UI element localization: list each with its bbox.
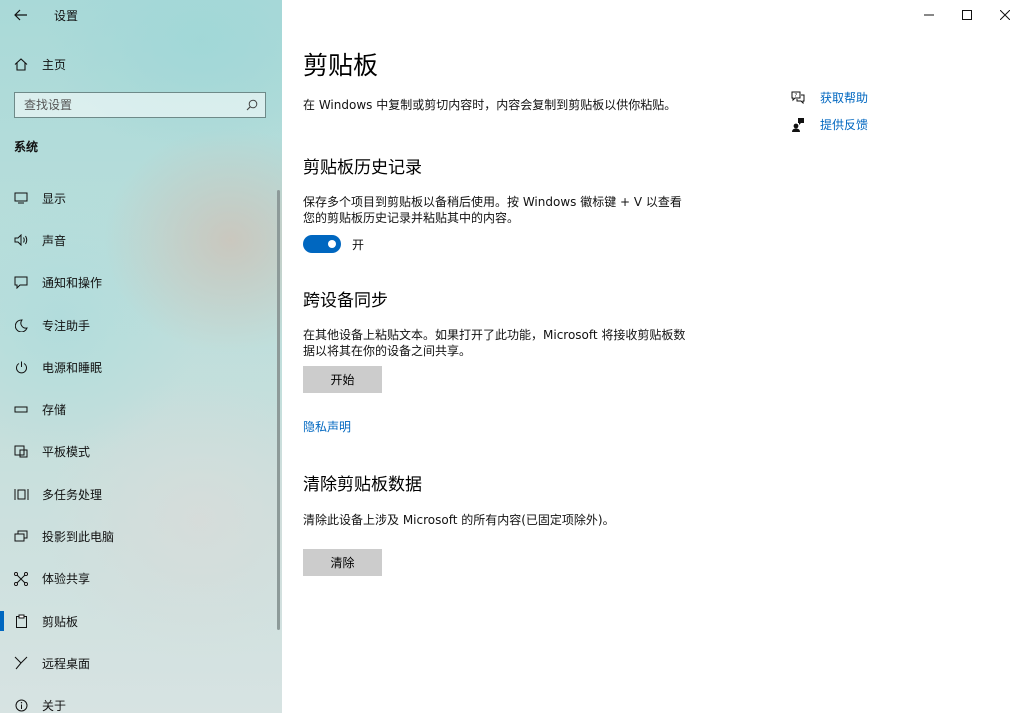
sidebar-item-label: 通知和操作: [42, 276, 103, 291]
close-icon: [1000, 10, 1010, 20]
sidebar-item-power-sleep[interactable]: 电源和睡眠: [0, 346, 282, 388]
maximize-icon: [962, 10, 972, 20]
sidebar-item-label: 远程桌面: [42, 656, 91, 671]
sidebar-item-label: 关于: [42, 699, 67, 713]
home-icon: [0, 57, 42, 71]
search-icon[interactable]: [239, 99, 265, 111]
get-help-label: 获取帮助: [820, 90, 869, 105]
sidebar-item-label: 存储: [42, 403, 67, 418]
clear-heading: 清除剪贴板数据: [303, 475, 422, 495]
clear-desc: 清除此设备上涉及 Microsoft 的所有内容(已固定项除外)。: [303, 513, 615, 527]
clear-button[interactable]: 清除: [303, 549, 382, 576]
get-help-link[interactable]: ? 获取帮助: [789, 88, 868, 106]
search-input[interactable]: [15, 97, 239, 113]
minimize-icon: [924, 14, 934, 16]
give-feedback-label: 提供反馈: [820, 117, 869, 132]
sync-heading: 跨设备同步: [303, 291, 388, 311]
intro-text: 在 Windows 中复制或剪切内容时，内容会复制到剪贴板以供你粘贴。: [303, 98, 677, 112]
sidebar-item-label: 平板模式: [42, 445, 91, 460]
sidebar-item-focus-assist[interactable]: 专注助手: [0, 304, 282, 346]
sidebar-item-label: 多任务处理: [42, 487, 103, 502]
moon-icon: [0, 319, 42, 332]
main-content: 剪贴板 在 Windows 中复制或剪切内容时，内容会复制到剪贴板以供你粘贴。 …: [282, 0, 1024, 713]
display-icon: [0, 192, 42, 204]
sidebar-item-about[interactable]: 关于: [0, 685, 282, 713]
sidebar-item-storage[interactable]: 存储: [0, 388, 282, 430]
project-icon: [0, 530, 42, 543]
power-icon: [0, 361, 42, 374]
sidebar-item-sound[interactable]: 声音: [0, 219, 282, 261]
sidebar-item-display[interactable]: 显示: [0, 177, 282, 219]
sidebar-item-clipboard[interactable]: 剪贴板: [0, 600, 282, 642]
sidebar-item-tablet-mode[interactable]: 平板模式: [0, 431, 282, 473]
page-title: 剪贴板: [303, 51, 379, 80]
sidebar-item-label: 声音: [42, 233, 67, 248]
history-heading: 剪贴板历史记录: [303, 158, 422, 178]
feedback-icon: [789, 117, 807, 132]
sync-desc-line1: 在其他设备上粘贴文本。如果打开了此功能，Microsoft 将接收剪贴板数: [303, 328, 686, 342]
sidebar-item-notifications[interactable]: 通知和操作: [0, 262, 282, 304]
tablet-icon: [0, 445, 42, 458]
title-bar: 设置: [0, 0, 282, 30]
sidebar-item-multitasking[interactable]: 多任务处理: [0, 473, 282, 515]
clipboard-icon: [0, 614, 42, 629]
sidebar-nav: 显示 声音 通知和操作 专注助手 电源和睡眠 存储 平板模式 多任务处理 投影到…: [0, 177, 282, 713]
history-toggle[interactable]: [303, 235, 341, 253]
sidebar-scrollbar[interactable]: [277, 190, 280, 630]
info-icon: [0, 699, 42, 712]
notification-icon: [0, 276, 42, 290]
remote-desktop-icon: [0, 656, 42, 670]
multitask-icon: [0, 488, 42, 501]
privacy-link[interactable]: 隐私声明: [303, 418, 351, 435]
sidebar-item-label: 电源和睡眠: [42, 360, 103, 375]
history-toggle-row: 开: [303, 235, 364, 253]
give-feedback-link[interactable]: 提供反馈: [789, 115, 868, 133]
sidebar-item-label: 主页: [42, 57, 67, 72]
sound-icon: [0, 234, 42, 247]
window-controls: [910, 0, 1024, 30]
help-links: ? 获取帮助 提供反馈: [789, 88, 868, 142]
sidebar-item-label: 剪贴板: [42, 614, 79, 629]
sidebar-item-label: 显示: [42, 191, 67, 206]
sidebar-item-remote-desktop[interactable]: 远程桌面: [0, 642, 282, 684]
chat-help-icon: ?: [789, 90, 807, 104]
minimize-button[interactable]: [910, 0, 948, 30]
app-title: 设置: [54, 8, 79, 23]
sidebar: 设置 主页 系统: [0, 0, 282, 713]
search-box[interactable]: [14, 92, 266, 118]
maximize-button[interactable]: [948, 0, 986, 30]
sidebar-item-project[interactable]: 投影到此电脑: [0, 515, 282, 557]
section-title: 系统: [14, 140, 39, 154]
share-icon: [0, 571, 42, 586]
history-desc-line2: 您的剪贴板历史记录并粘贴其中的内容。: [303, 211, 520, 225]
history-desc-line1: 保存多个项目到剪贴板以备稍后使用。按 Windows 徽标键 + V 以查看: [303, 195, 682, 209]
back-arrow-icon: [14, 9, 27, 21]
sidebar-item-label: 投影到此电脑: [42, 530, 115, 545]
sidebar-item-label: 专注助手: [42, 318, 91, 333]
back-button[interactable]: [0, 0, 42, 30]
settings-window: 设置 主页 系统: [0, 0, 1024, 713]
history-toggle-label: 开: [352, 237, 365, 252]
sync-start-button[interactable]: 开始: [303, 366, 382, 393]
svg-text:?: ?: [795, 93, 798, 99]
sidebar-item-home[interactable]: 主页: [0, 48, 282, 80]
sidebar-item-shared-experiences[interactable]: 体验共享: [0, 558, 282, 600]
close-button[interactable]: [986, 0, 1024, 30]
sidebar-item-label: 体验共享: [42, 572, 91, 587]
storage-icon: [0, 406, 42, 414]
sync-desc-line2: 据以将其在你的设备之间共享。: [303, 344, 472, 358]
